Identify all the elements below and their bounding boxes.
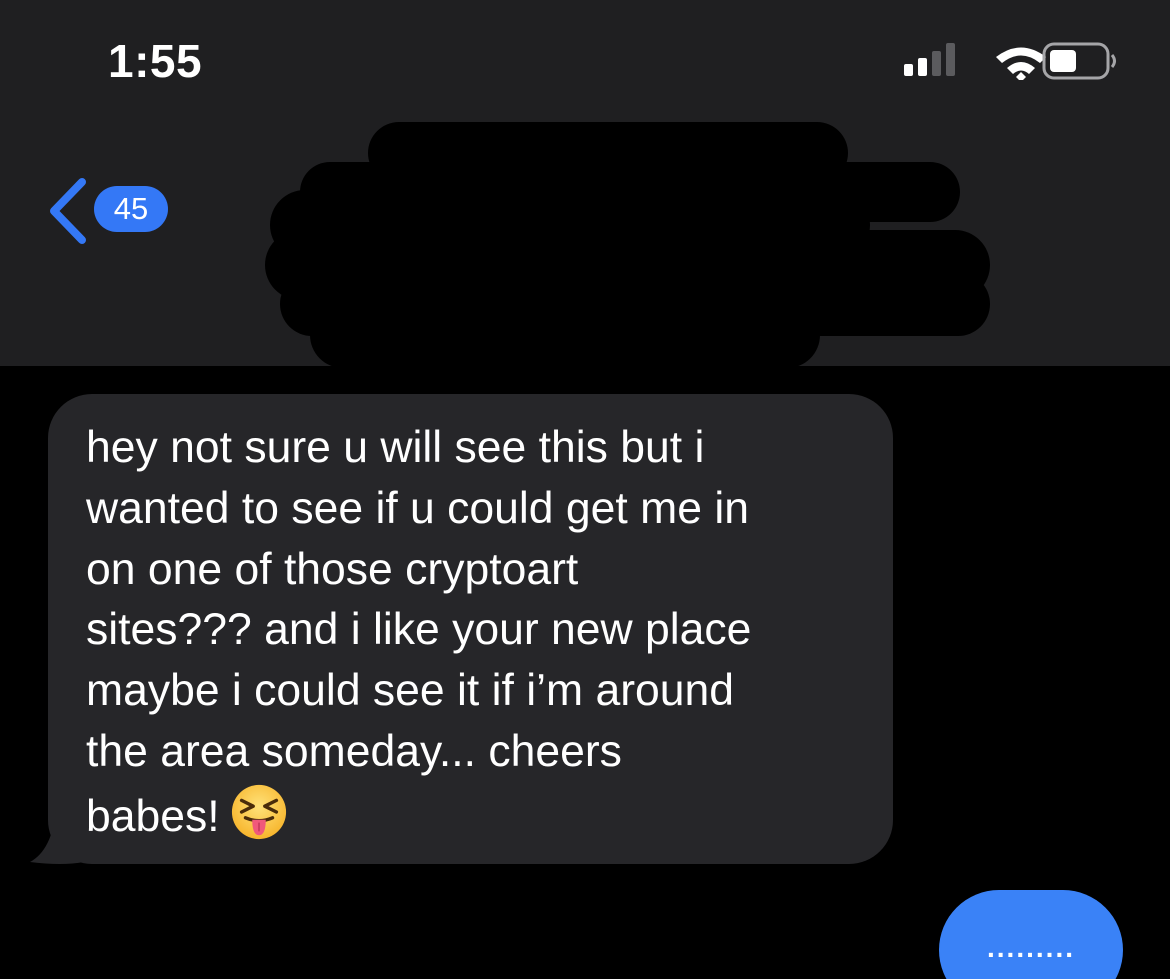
unread-count-badge: 45 <box>94 186 168 232</box>
wifi-icon <box>996 47 1046 82</box>
conversation-header: 1:55 45 <box>0 0 1170 368</box>
battery-icon <box>1042 42 1116 80</box>
outgoing-message-text: ......... <box>986 932 1075 963</box>
messages-screen: 1:55 45 hey not sure u will see this but… <box>0 0 1170 979</box>
cellular-signal-icon <box>904 43 955 76</box>
incoming-message-bubble[interactable]: hey not sure u will see this but i wante… <box>48 394 893 864</box>
back-button[interactable]: 45 <box>46 178 176 244</box>
incoming-message-text: hey not sure u will see this but i wante… <box>86 423 752 841</box>
status-icons <box>904 40 1119 82</box>
redaction-scribble <box>265 122 990 368</box>
squinting-face-with-tongue-emoji <box>231 784 286 839</box>
incoming-bubble-tail <box>30 810 84 864</box>
chevron-left-icon <box>50 178 86 244</box>
outgoing-message-bubble[interactable]: ......... <box>939 890 1123 979</box>
status-time: 1:55 <box>108 35 203 87</box>
